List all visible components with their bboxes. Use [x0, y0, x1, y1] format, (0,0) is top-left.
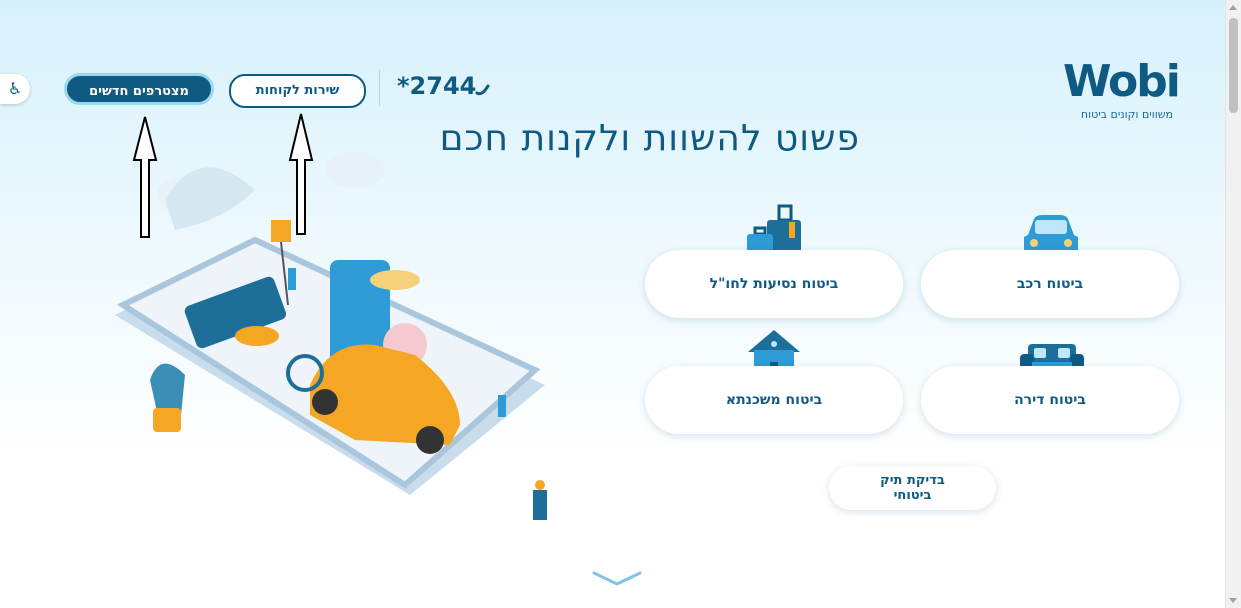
- header-divider: [379, 70, 380, 106]
- scroll-down-icon[interactable]: [1229, 598, 1237, 603]
- cloud-shape: [325, 152, 385, 188]
- hero-illustration: [115, 152, 547, 520]
- new-members-button[interactable]: מצטרפים חדשים: [64, 73, 214, 105]
- portfolio-check-line1: בדיקת תיק: [880, 473, 945, 488]
- portfolio-check-line2: ביטוחי: [893, 488, 932, 503]
- vertical-scrollbar[interactable]: [1225, 0, 1241, 608]
- hat-shape: [370, 270, 420, 290]
- table-shape: [235, 326, 279, 346]
- scroll-down-chevron-icon[interactable]: [592, 570, 642, 588]
- wobi-logo[interactable]: Wobi משווים וקונים ביטוח: [1063, 56, 1181, 128]
- home-insurance-button[interactable]: ביטוח דירה: [921, 366, 1179, 434]
- phone-number[interactable]: *2744: [397, 72, 476, 100]
- palm-leaf-shape: [165, 167, 255, 230]
- scroll-up-icon[interactable]: [1229, 5, 1237, 10]
- customer-service-button[interactable]: שירות לקוחות: [229, 74, 366, 108]
- person-shape: [533, 490, 547, 520]
- scrollbar-thumb[interactable]: [1229, 18, 1238, 113]
- person-shape: [498, 395, 506, 417]
- portfolio-check-button[interactable]: בדיקת תיק ביטוחי: [829, 466, 996, 510]
- travel-insurance-button[interactable]: ביטוח נסיעות לחו"ל: [645, 250, 903, 318]
- car-insurance-button[interactable]: ביטוח רכב: [921, 250, 1179, 318]
- person-shape: [288, 268, 296, 290]
- mortgage-insurance-button[interactable]: ביטוח משכנתא: [645, 366, 903, 434]
- page: ♿ מצטרפים חדשים שירות לקוחות *2744 Wobi …: [0, 0, 1226, 608]
- phone-icon: [475, 84, 490, 96]
- accessibility-icon[interactable]: ♿: [0, 74, 30, 104]
- lamp-shape: [271, 220, 291, 242]
- logo-word: Wobi: [1063, 56, 1181, 107]
- logo-tagline: משווים וקונים ביטוח: [1080, 108, 1173, 121]
